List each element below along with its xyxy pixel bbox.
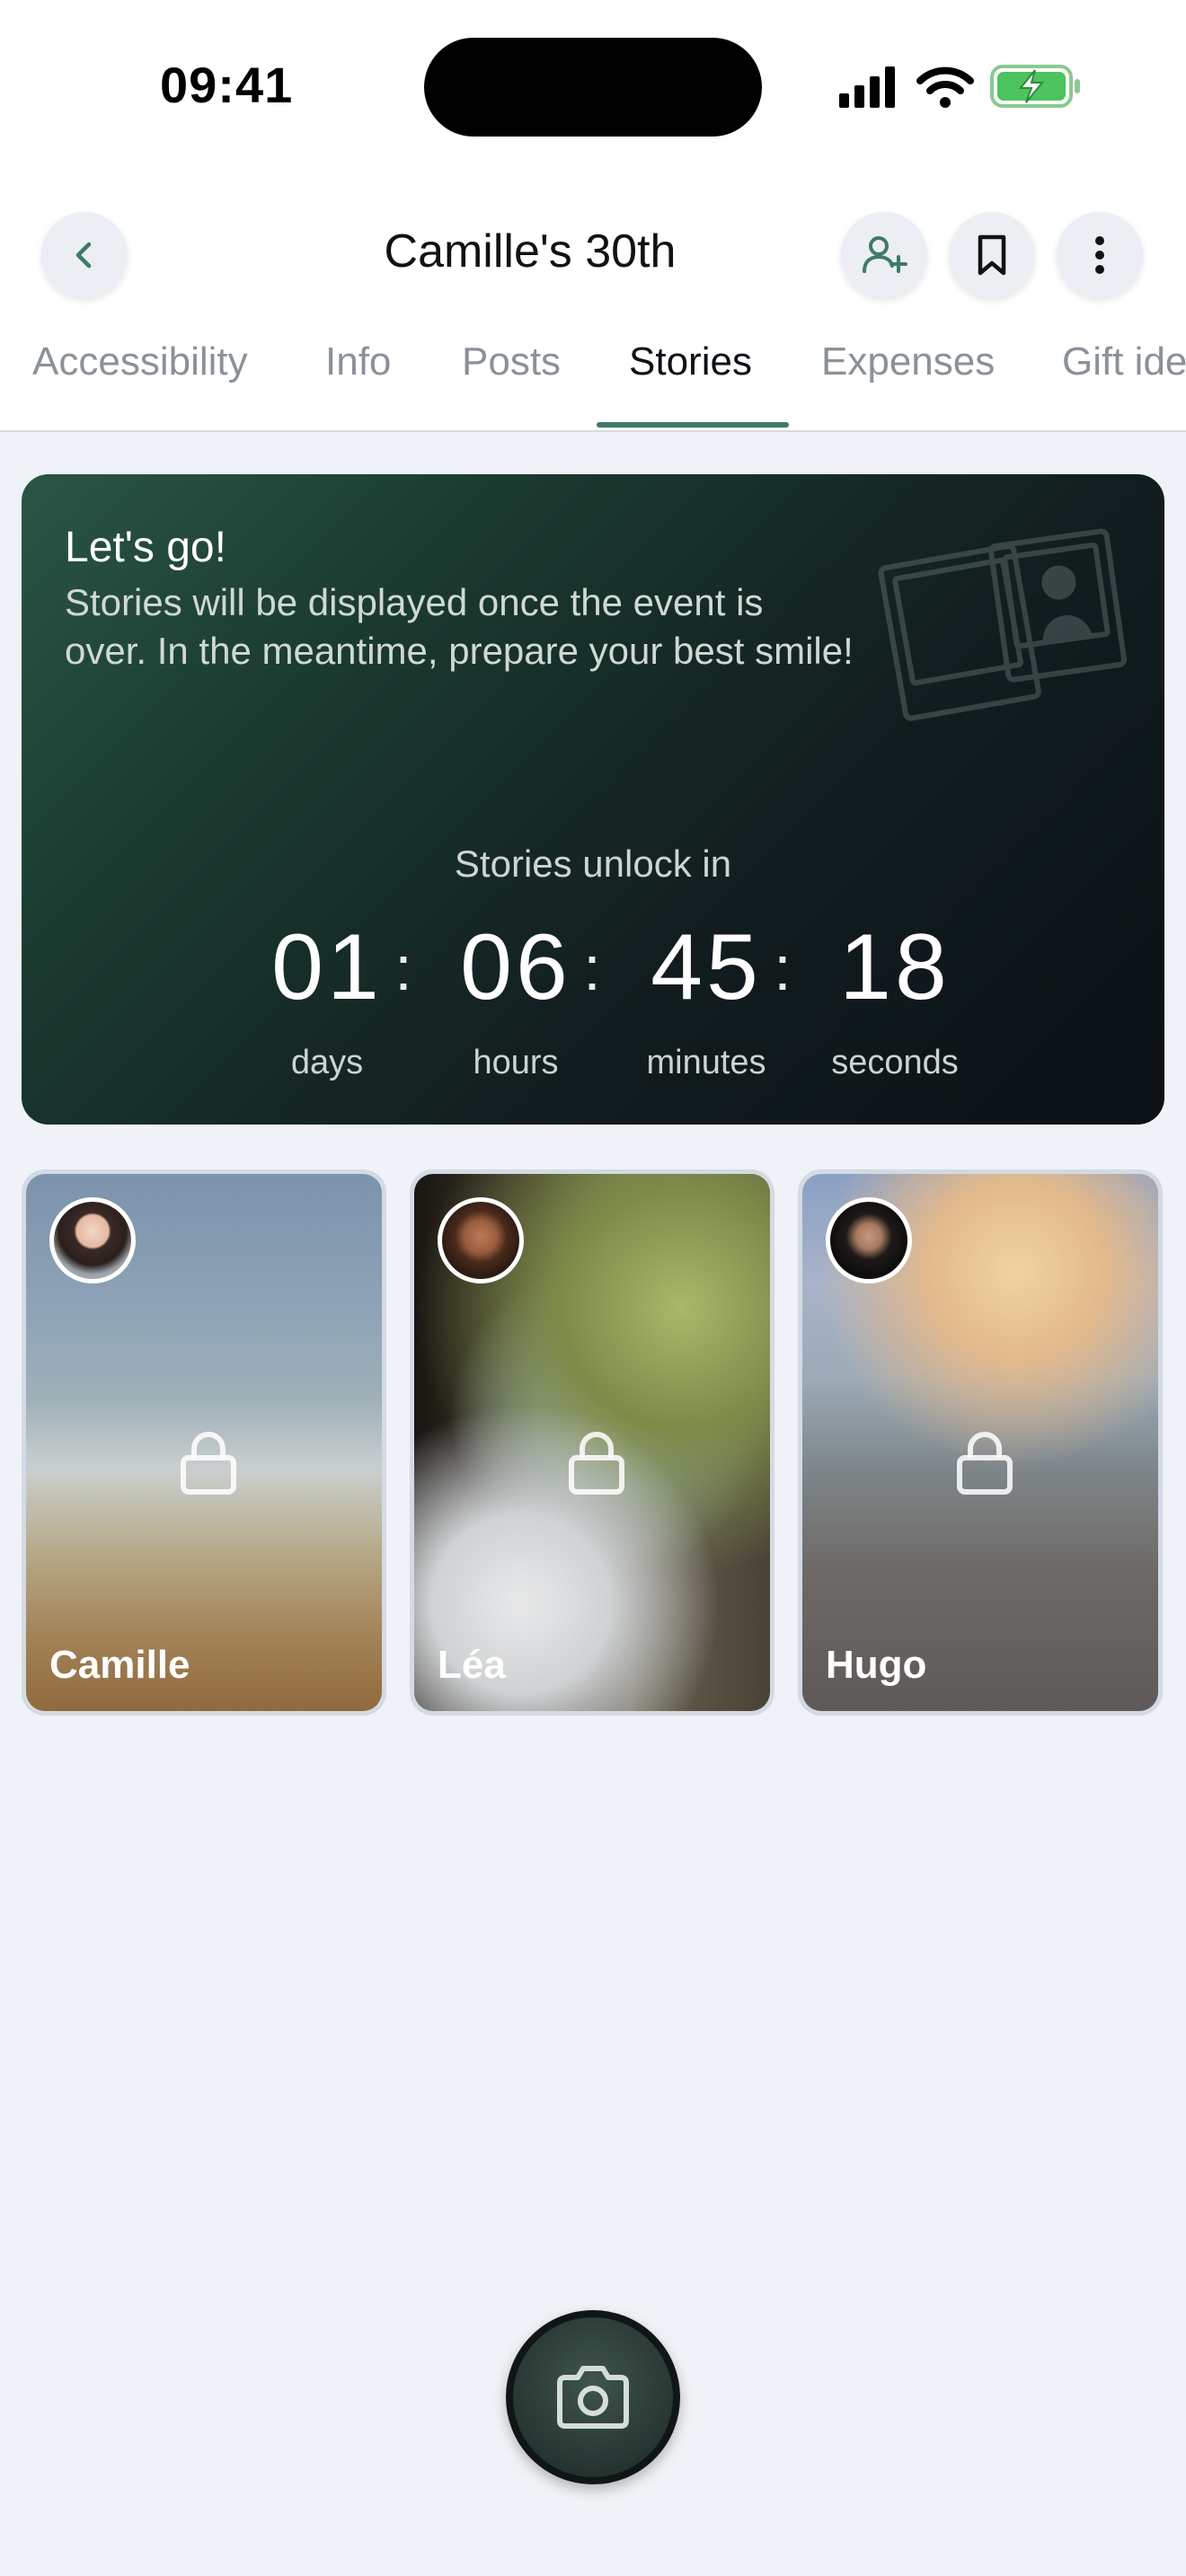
card-title: Let's go! [65,524,226,571]
avatar [826,1197,912,1284]
card-description: Stories will be displayed once the event… [65,581,854,672]
tabs-divider [0,430,1186,432]
seconds-label: seconds [831,1044,959,1081]
battery-icon [990,65,1080,108]
countdown-seconds: 18 [839,915,951,1019]
unlock-label: Stories unlock in [454,842,732,885]
tab-posts[interactable]: Posts [462,340,561,384]
countdown-separator: : [394,933,412,1003]
camera-button[interactable] [506,2310,680,2484]
tab-gift-ideas[interactable]: Gift ide [1062,340,1186,384]
tab-bar: Accessibility Info Posts Stories Expense… [0,332,1186,431]
active-tab-indicator [597,422,789,428]
lock-icon [957,1432,1013,1495]
signal-icon [839,66,895,108]
story-author-name: Léa [438,1643,506,1687]
chevron-left-icon [75,242,92,269]
more-options-button[interactable] [1057,212,1143,298]
story-tile-lea[interactable]: Léa [410,1169,774,1716]
invite-button[interactable] [841,212,927,298]
photos-illustration [878,528,1128,721]
status-icons [839,65,1080,108]
tab-accessibility[interactable]: Accessibility [32,340,248,384]
tab-info[interactable]: Info [325,340,391,384]
story-author-name: Hugo [826,1643,927,1687]
wifi-icon [916,66,974,108]
stories-countdown-card: Let's go! Stories will be displayed once… [22,474,1164,1125]
story-tile-hugo[interactable]: Hugo [798,1169,1163,1716]
page-title: Camille's 30th [384,225,677,278]
days-label: days [290,1044,364,1081]
status-time: 09:41 [160,57,294,113]
story-author-name: Camille [49,1643,190,1687]
back-button[interactable] [41,212,128,298]
add-person-icon [863,236,907,273]
lock-icon [181,1432,236,1495]
lock-icon [569,1432,624,1495]
avatar [438,1197,524,1284]
minutes-label: minutes [646,1044,766,1081]
dynamic-island [424,38,762,137]
camera-icon [557,2366,629,2429]
tab-expenses[interactable]: Expenses [821,340,995,384]
countdown-separator: : [583,933,601,1003]
countdown-separator: : [774,933,792,1003]
tab-stories[interactable]: Stories [629,340,752,384]
bookmark-button[interactable] [949,212,1035,298]
story-tile-camille[interactable]: Camille [22,1169,386,1716]
avatar [49,1197,136,1284]
more-vertical-icon [1095,236,1104,274]
bookmark-icon [978,234,1006,276]
hours-label: hours [473,1044,559,1081]
